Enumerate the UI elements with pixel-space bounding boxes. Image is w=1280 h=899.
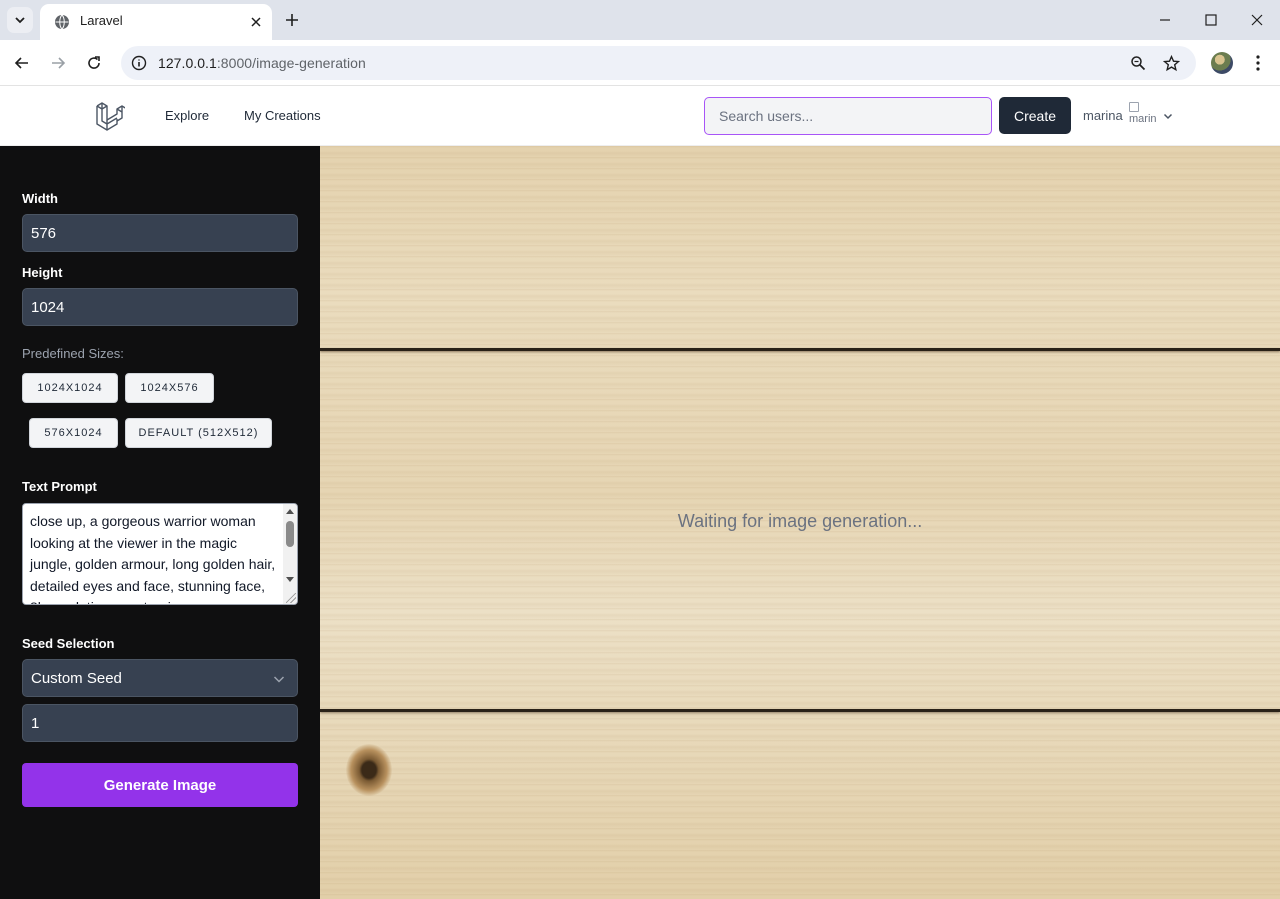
arrow-right-icon <box>52 57 66 69</box>
size-1024x576-button[interactable]: 1024X576 <box>125 373 214 403</box>
new-tab-button[interactable] <box>281 9 303 31</box>
back-button[interactable] <box>10 51 34 75</box>
minimize-button[interactable] <box>1142 0 1188 40</box>
text-prompt-box: close up, a gorgeous warrior woman looki… <box>22 503 298 605</box>
arrow-left-icon <box>14 57 28 69</box>
close-icon <box>1251 14 1263 26</box>
generate-image-button[interactable]: Generate Image <box>22 763 298 807</box>
more-vertical-icon <box>1256 55 1260 71</box>
user-search-box <box>704 97 992 135</box>
chevron-down-icon[interactable] <box>1162 110 1174 122</box>
zoom-button[interactable] <box>1128 53 1148 73</box>
url-host: 127.0.0.1 <box>158 55 217 71</box>
site-info-button[interactable] <box>129 53 149 73</box>
forward-button[interactable] <box>46 51 70 75</box>
text-prompt-label: Text Prompt <box>22 479 97 494</box>
bookmark-button[interactable] <box>1161 53 1181 73</box>
star-icon <box>1162 54 1180 71</box>
scroll-down-arrow-icon[interactable] <box>286 577 294 582</box>
chevron-down-icon <box>15 17 25 24</box>
width-label: Width <box>22 191 58 206</box>
image-preview-area: Waiting for image generation... <box>320 146 1280 899</box>
nav-explore-link[interactable]: Explore <box>165 108 209 123</box>
seed-mode-value: Custom Seed <box>31 670 122 687</box>
zoom-icon <box>1131 56 1146 71</box>
waiting-status-text: Waiting for image generation... <box>677 511 923 531</box>
user-search-input[interactable] <box>705 98 991 134</box>
broken-image-icon <box>1129 102 1139 113</box>
laravel-logo-icon[interactable] <box>95 100 125 132</box>
browser-menu-button[interactable] <box>1248 52 1268 74</box>
wood-knot <box>346 744 392 796</box>
textarea-scrollbar[interactable] <box>283 504 297 604</box>
app-navbar: Explore My Creations Create marina marin… <box>0 86 1280 146</box>
seed-mode-select[interactable]: Custom Seed <box>22 659 298 697</box>
browser-tab[interactable]: Laravel <box>40 4 272 40</box>
text-prompt-textarea[interactable]: close up, a gorgeous warrior woman looki… <box>23 504 285 604</box>
close-icon <box>251 17 261 27</box>
width-input[interactable] <box>22 214 298 252</box>
profile-avatar[interactable] <box>1211 52 1233 74</box>
globe-icon <box>55 14 69 30</box>
avatar-alt-text: marina <box>1129 113 1157 125</box>
address-bar[interactable]: 127.0.0.1:8000/image-generation <box>121 46 1196 80</box>
maximize-icon <box>1205 14 1217 26</box>
generation-sidebar: Width Height Predefined Sizes: 1024X1024… <box>0 146 320 899</box>
user-avatar-broken-image[interactable]: marina <box>1129 101 1157 129</box>
plank-seam <box>320 709 1280 712</box>
user-name[interactable]: marina <box>1083 108 1123 123</box>
size-1024x1024-button[interactable]: 1024X1024 <box>22 373 118 403</box>
plus-icon <box>286 14 298 26</box>
height-label: Height <box>22 265 63 280</box>
url-text: 127.0.0.1:8000/image-generation <box>158 55 366 71</box>
size-default-button[interactable]: DEFAULT (512X512) <box>125 418 272 448</box>
size-576x1024-button[interactable]: 576X1024 <box>29 418 118 448</box>
window-close-button[interactable] <box>1234 0 1280 40</box>
info-icon <box>131 55 147 71</box>
minimize-icon <box>1160 19 1170 21</box>
tab-search-button[interactable] <box>7 7 33 33</box>
plank-seam <box>320 348 1280 351</box>
url-path: :8000/image-generation <box>216 55 366 71</box>
seed-selection-label: Seed Selection <box>22 636 115 651</box>
scroll-thumb[interactable] <box>286 521 294 547</box>
tab-title: Laravel <box>80 13 123 28</box>
tab-close-button[interactable] <box>246 12 266 32</box>
seed-value-input[interactable] <box>22 704 298 742</box>
nav-my-creations-link[interactable]: My Creations <box>244 108 321 123</box>
height-input[interactable] <box>22 288 298 326</box>
reload-button[interactable] <box>82 51 106 75</box>
browser-tab-strip: Laravel <box>0 0 1280 40</box>
create-button[interactable]: Create <box>999 97 1071 134</box>
maximize-button[interactable] <box>1188 0 1234 40</box>
resize-grip-icon[interactable] <box>286 593 296 603</box>
chevron-down-icon <box>273 676 285 683</box>
reload-icon <box>88 56 100 69</box>
predefined-sizes-label: Predefined Sizes: <box>22 346 124 361</box>
scroll-up-arrow-icon[interactable] <box>286 509 294 514</box>
browser-toolbar: 127.0.0.1:8000/image-generation <box>0 40 1280 86</box>
